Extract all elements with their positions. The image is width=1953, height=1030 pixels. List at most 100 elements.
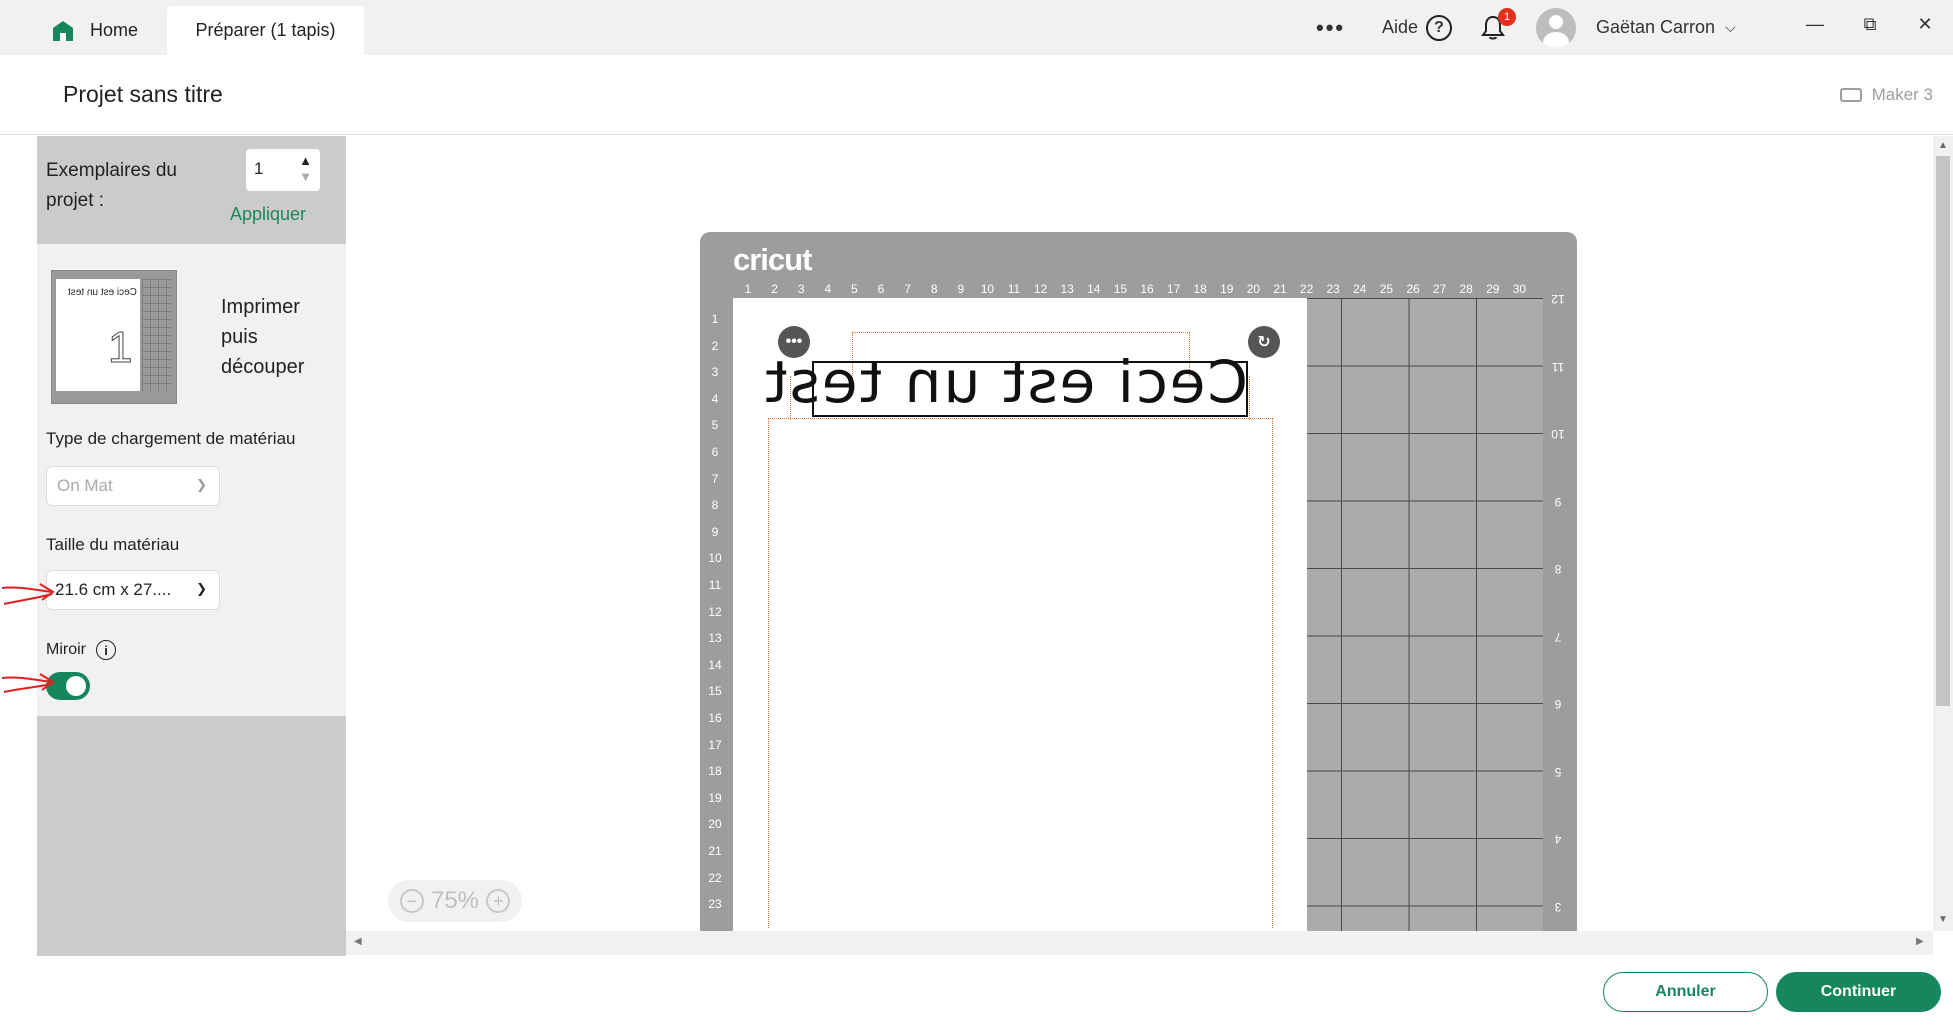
copies-value: 1	[254, 159, 264, 178]
mat-thumbnail[interactable]: Ceci est un test 1	[51, 270, 177, 404]
tab-home-label: Home	[90, 20, 139, 40]
mode-label: Imprimer puis découper	[221, 296, 305, 378]
material-size-value: 21.6 cm x 27....	[55, 580, 172, 599]
tab-prepare[interactable]: Préparer (1 tapis)	[167, 6, 364, 55]
ruler-tick-label: 19	[708, 790, 722, 805]
chevron-down-icon: ❯	[196, 477, 207, 492]
cut-outline	[768, 418, 1273, 928]
ruler-tick-label: 12	[1033, 282, 1048, 296]
info-icon[interactable]: i	[96, 640, 116, 660]
ruler-tick-label: 15	[1113, 282, 1128, 296]
cancel-button[interactable]: Annuler	[1603, 972, 1768, 1012]
help-button[interactable]: Aide ?	[1382, 0, 1453, 55]
scroll-left-icon[interactable]: ◀	[354, 936, 362, 947]
apply-button[interactable]: Appliquer	[230, 204, 306, 225]
ruler-tick-label: 21	[708, 844, 722, 858]
ruler-tick-label: 11	[1551, 359, 1565, 374]
avatar[interactable]	[1536, 8, 1576, 48]
machine-icon	[1839, 88, 1862, 102]
left-panel: Exemplaires du projet : 1 ▲ ▼ Appliquer …	[37, 136, 346, 956]
rotate-handle-icon[interactable]: ↻	[1248, 326, 1280, 358]
more-options-handle-icon[interactable]: •••	[778, 326, 810, 358]
zoom-value: 75%	[430, 887, 480, 914]
copies-label: Exemplaires du projet :	[46, 160, 177, 211]
notification-badge: 1	[1498, 8, 1516, 26]
ruler-tick-label: 3	[711, 365, 719, 380]
ruler-tick-label: 7	[711, 471, 719, 486]
ruler-tick-label: 19	[1220, 282, 1234, 296]
material-size-select[interactable]: 21.6 cm x 27.... ❯	[46, 570, 220, 610]
ruler-tick-label: 14	[708, 657, 722, 672]
ruler-tick-label: 24	[1353, 282, 1367, 296]
ruler-tick-label: 12	[1551, 292, 1565, 306]
scroll-down-icon[interactable]: ▼	[1938, 914, 1948, 925]
ruler-tick-label: 5	[851, 282, 858, 296]
mirror-label: Miroir	[46, 641, 86, 658]
ruler-tick-label: 9	[711, 524, 719, 539]
user-name: Gaëtan Carron	[1596, 17, 1716, 37]
scroll-right-icon[interactable]: ▶	[1916, 936, 1924, 947]
user-menu[interactable]: Gaëtan Carron ⌵	[1596, 0, 1736, 55]
chevron-down-icon: ❯	[196, 581, 207, 596]
ruler-tick-label: 13	[708, 631, 722, 646]
ruler-tick-label: 29	[1486, 282, 1500, 296]
restore-button[interactable]: ⧉	[1858, 14, 1882, 35]
avatar-body-shape	[1543, 32, 1569, 48]
zoom-in-button[interactable]: +	[486, 889, 511, 913]
ruler-tick-label: 7	[1554, 629, 1562, 644]
ruler-tick-label: 16	[708, 711, 722, 725]
thumbnail-number: 1	[107, 323, 133, 373]
ruler-tick-label: 2	[711, 338, 719, 353]
stepper-up-icon[interactable]: ▲	[299, 153, 312, 168]
ruler-tick-label: 27	[1432, 282, 1447, 296]
vertical-scroll-thumb[interactable]	[1936, 156, 1950, 706]
ruler-tick-label: 2	[771, 282, 778, 296]
home-icon	[53, 20, 73, 41]
ruler-tick-label: 30	[1512, 282, 1527, 296]
ruler-tick-label: 8	[1554, 562, 1562, 576]
horizontal-scrollbar[interactable]: ◀ ▶	[346, 931, 1933, 955]
zoom-control: − 75% +	[388, 880, 522, 922]
copies-section: Exemplaires du projet : 1 ▲ ▼ Appliquer	[37, 136, 346, 244]
ruler-tick-label: 14	[1087, 282, 1101, 296]
ruler-tick-label: 3	[797, 282, 805, 296]
load-type-select[interactable]: On Mat ❯	[46, 466, 220, 506]
help-label: Aide	[1382, 17, 1419, 37]
ruler-tick-label: 13	[1060, 282, 1074, 296]
ruler-tick-label: 4	[711, 391, 719, 406]
minimize-button[interactable]: —	[1803, 14, 1827, 35]
ruler-tick-label: 20	[1246, 282, 1261, 296]
more-options-button[interactable]: •••	[1316, 0, 1345, 55]
ruler-tick-label: 18	[1193, 282, 1207, 296]
ruler-tick-label: 22	[708, 870, 722, 885]
load-type-label: Type de chargement de matériau	[46, 429, 296, 448]
ruler-tick-label: 5	[711, 418, 719, 433]
continue-button[interactable]: Continuer	[1776, 972, 1941, 1012]
notifications-button[interactable]: 1	[1481, 0, 1521, 55]
ruler-tick-label: 9	[1554, 494, 1562, 509]
zoom-out-button[interactable]: −	[399, 889, 424, 913]
ruler-tick-label: 17	[708, 737, 722, 752]
machine-name: Maker 3	[1871, 85, 1933, 104]
ruler-tick-label: 18	[708, 764, 722, 779]
scroll-up-icon[interactable]: ▲	[1938, 140, 1948, 151]
project-header: Projet sans titre Maker 3	[0, 55, 1953, 135]
tab-home[interactable]: Home	[52, 6, 152, 55]
stepper-down-icon[interactable]: ▼	[299, 169, 312, 184]
copies-stepper[interactable]: 1 ▲ ▼	[246, 149, 320, 191]
ruler-tick-label: 5	[1554, 764, 1562, 779]
vertical-scrollbar[interactable]: ▲ ▼	[1933, 136, 1953, 931]
ruler-tick-label: 1	[711, 312, 719, 326]
ruler-tick-label: 12	[708, 604, 722, 619]
ruler-tick-label: 23	[708, 897, 722, 912]
thumbnail-text: Ceci est un test	[68, 287, 137, 298]
machine-indicator[interactable]: Maker 3	[1839, 85, 1933, 105]
ruler-tick-label: 8	[930, 282, 938, 296]
ruler-tick-label: 10	[980, 282, 995, 296]
ruler-tick-label: 22	[1299, 282, 1314, 296]
ruler-tick-label: 20	[708, 817, 722, 832]
ruler-tick-label: 6	[877, 282, 885, 296]
close-button[interactable]: ✕	[1913, 14, 1937, 35]
selection-box	[812, 361, 1248, 417]
ruler-tick-label: 9	[957, 282, 965, 296]
